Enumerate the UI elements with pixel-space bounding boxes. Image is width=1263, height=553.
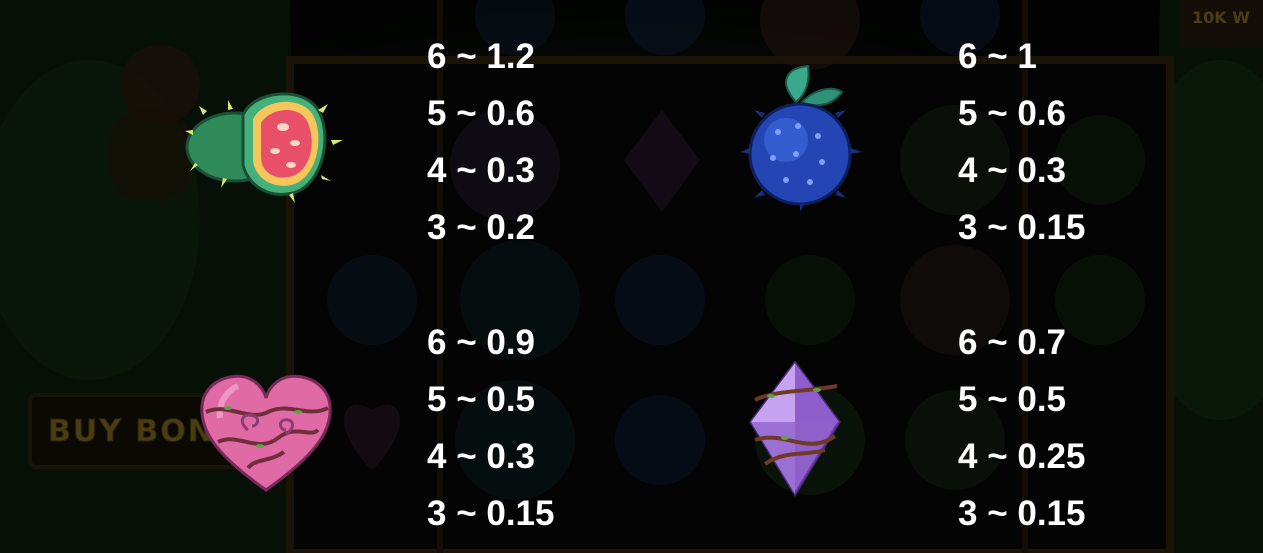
buy-bonus-label: BUY BON (48, 414, 215, 450)
payout-line: 6 ~ 0.9 (427, 323, 536, 362)
payout-line: 3 ~ 0.15 (958, 208, 1086, 247)
kiwano-fruit-icon (183, 85, 353, 208)
payout-line: 6 ~ 1.2 (427, 37, 536, 76)
paytable-kiwano-values: 6 ~ 1.2 5 ~ 0.6 4 ~ 0.3 3 ~ 0.2 (427, 28, 535, 256)
payout-line: 5 ~ 0.5 (958, 380, 1067, 419)
payout-line: 3 ~ 0.2 (427, 208, 536, 247)
paytable-diamond-values: 6 ~ 0.7 5 ~ 0.5 4 ~ 0.25 3 ~ 0.15 (958, 314, 1085, 542)
pink-heart-icon (198, 372, 334, 501)
payout-line: 6 ~ 0.7 (958, 323, 1067, 362)
payout-line: 4 ~ 0.25 (958, 437, 1086, 476)
payout-line: 5 ~ 0.6 (958, 94, 1067, 133)
payout-line: 3 ~ 0.15 (427, 494, 555, 533)
paytable-heart-values: 6 ~ 0.9 5 ~ 0.5 4 ~ 0.3 3 ~ 0.15 (427, 314, 554, 542)
max-win-badge: 10K W (1192, 8, 1250, 27)
payout-line: 3 ~ 0.15 (958, 494, 1086, 533)
blue-spiky-fruit-icon (738, 62, 864, 217)
payout-line: 4 ~ 0.3 (427, 151, 536, 190)
paytable-blue-fruit-values: 6 ~ 1 5 ~ 0.6 4 ~ 0.3 3 ~ 0.15 (958, 28, 1085, 256)
payout-line: 4 ~ 0.3 (958, 151, 1067, 190)
payout-line: 5 ~ 0.5 (427, 380, 536, 419)
purple-diamond-icon (745, 360, 845, 503)
payout-line: 5 ~ 0.6 (427, 94, 536, 133)
payout-line: 6 ~ 1 (958, 37, 1037, 76)
payout-line: 4 ~ 0.3 (427, 437, 536, 476)
